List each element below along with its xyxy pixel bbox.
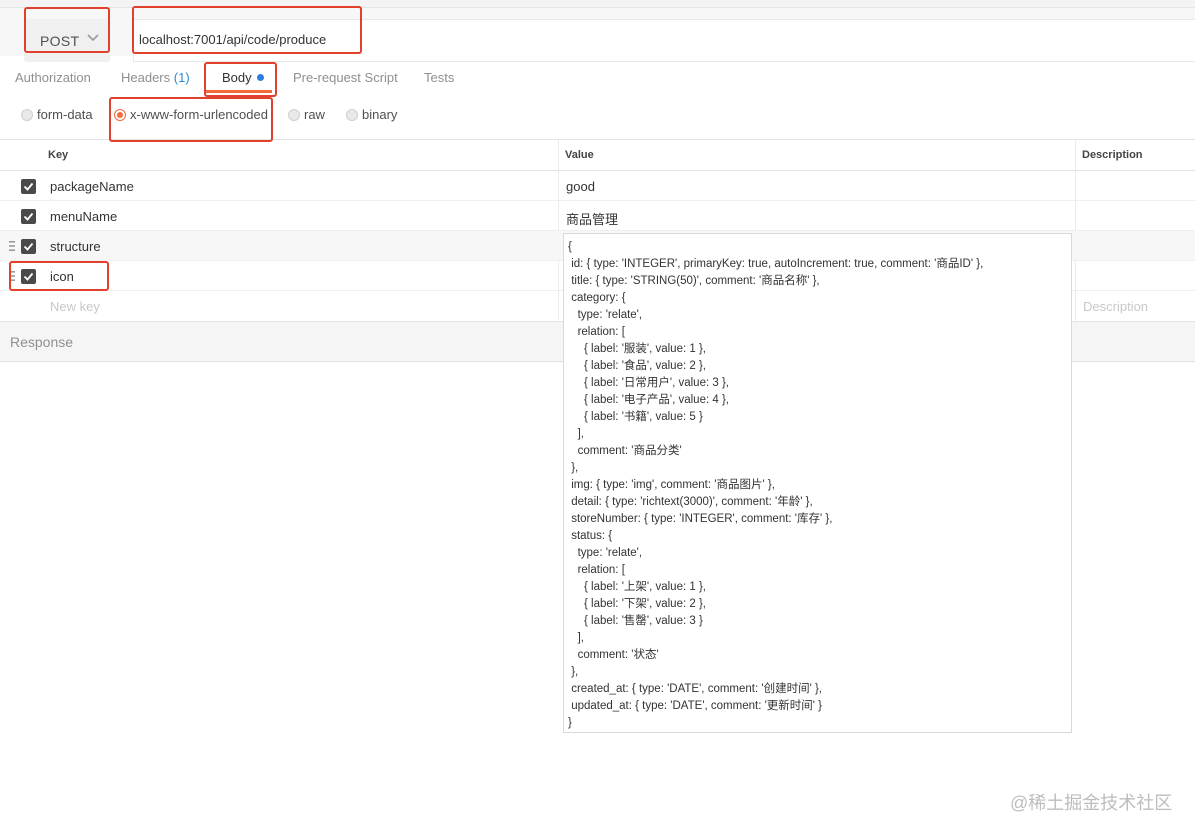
row-key[interactable]: menuName — [50, 209, 117, 224]
row-value[interactable]: 商品管理 — [566, 209, 618, 228]
row-checkbox[interactable] — [21, 239, 36, 254]
mode-form-data[interactable]: form-data — [21, 107, 93, 122]
request-tabs: Authorization Headers (1) Body Pre-reque… — [0, 60, 1195, 94]
highlight-url — [132, 6, 362, 54]
check-icon — [23, 242, 34, 251]
new-description-input[interactable]: Description — [1083, 299, 1148, 314]
mode-binary[interactable]: binary — [346, 107, 398, 122]
tab-prerequest-script[interactable]: Pre-request Script — [293, 70, 398, 85]
row-key[interactable]: packageName — [50, 179, 134, 194]
structure-value-editor[interactable]: { id: { type: 'INTEGER', primaryKey: tru… — [563, 233, 1072, 733]
new-key-input[interactable]: New key — [50, 299, 100, 314]
row-key[interactable]: structure — [50, 239, 101, 254]
highlight-icon-row — [9, 261, 109, 291]
mode-raw[interactable]: raw — [288, 107, 325, 122]
drag-handle-icon[interactable] — [9, 241, 15, 251]
row-checkbox[interactable] — [21, 209, 36, 224]
mode-binary-label: binary — [362, 107, 398, 122]
check-icon — [23, 182, 34, 191]
headers-count-badge: (1) — [173, 70, 190, 85]
column-key: Key — [48, 149, 69, 161]
tab-authorization[interactable]: Authorization — [15, 70, 91, 85]
tab-tests[interactable]: Tests — [424, 70, 454, 85]
column-value: Value — [565, 149, 594, 161]
highlight-method — [24, 7, 110, 53]
response-label: Response — [10, 334, 74, 350]
check-icon — [23, 212, 34, 221]
radio-raw[interactable] — [288, 109, 300, 121]
structure-value-text[interactable]: { id: { type: 'INTEGER', primaryKey: tru… — [568, 239, 1071, 732]
row-value[interactable]: good — [566, 179, 595, 194]
highlight-urlencoded — [109, 97, 273, 142]
tab-headers-label: Headers — [121, 70, 171, 85]
radio-form-data[interactable] — [21, 109, 33, 121]
table-row: menuName 商品管理 — [0, 201, 1195, 231]
tab-headers[interactable]: Headers (1) — [121, 70, 190, 85]
mode-form-data-label: form-data — [37, 107, 93, 122]
highlight-body-tab — [204, 62, 277, 97]
radio-binary[interactable] — [346, 109, 358, 121]
row-checkbox[interactable] — [21, 179, 36, 194]
table-row: packageName good — [0, 171, 1195, 201]
watermark: @稀土掘金技术社区 — [1010, 793, 1173, 813]
mode-raw-label: raw — [304, 107, 325, 122]
table-header: Key Value Description — [0, 140, 1195, 171]
column-description: Description — [1082, 149, 1143, 161]
